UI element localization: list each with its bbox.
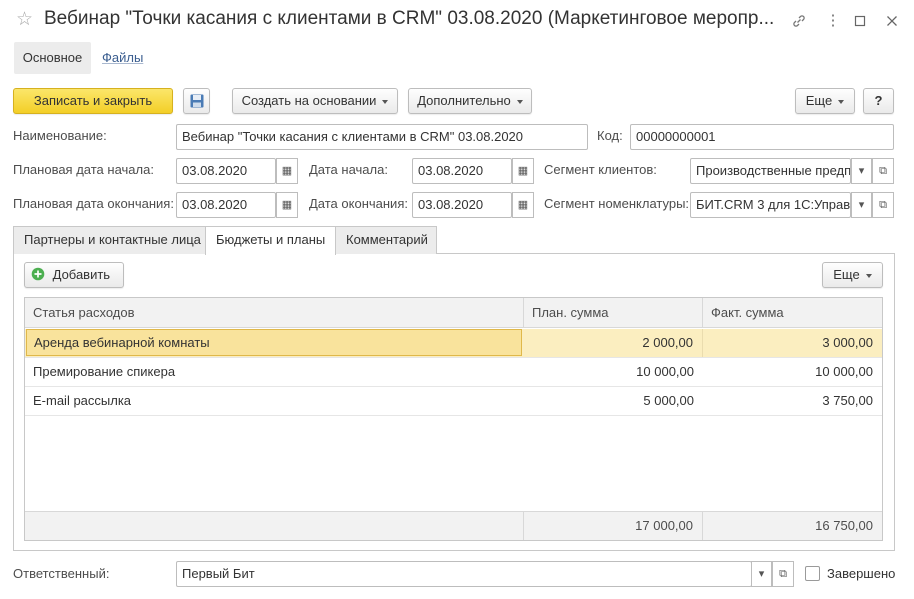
fact-sum-cell[interactable]: 3 750,00 — [703, 387, 882, 415]
nav-tab-main[interactable]: Основное — [14, 42, 91, 74]
plan-end-date-field[interactable]: 03.08.2020 — [176, 192, 276, 218]
expense-item-cell[interactable]: Аренда вебинарной комнаты — [26, 329, 522, 356]
footer-spacer — [25, 512, 524, 540]
code-label: Код: — [597, 128, 623, 143]
expense-item-cell[interactable]: Премирование спикера — [33, 358, 523, 386]
completed-checkbox[interactable] — [805, 566, 820, 581]
column-fact-sum[interactable]: Факт. сумма — [703, 298, 882, 328]
fact-sum-cell[interactable]: 3 000,00 — [703, 329, 882, 357]
table-more-label: Еще — [833, 267, 860, 282]
client-segment-label: Сегмент клиентов: — [544, 162, 657, 177]
more-button[interactable]: Еще — [795, 88, 855, 114]
nomenclature-segment-field[interactable]: БИТ.CRM 3 для 1С:Управ — [690, 192, 851, 218]
chevron-down-icon[interactable]: ▾ — [851, 192, 872, 218]
plan-sum-cell[interactable]: 10 000,00 — [524, 358, 703, 386]
tab-partners[interactable]: Партнеры и контактные лица — [13, 226, 206, 254]
open-icon[interactable]: ⧉ — [772, 561, 794, 587]
plan-start-date-field[interactable]: 03.08.2020 — [176, 158, 276, 184]
budget-table: Статья расходов План. сумма Факт. сумма … — [24, 297, 883, 541]
additional-button[interactable]: Дополнительно — [408, 88, 532, 114]
open-icon[interactable]: ⧉ — [872, 158, 894, 184]
expense-item-cell[interactable]: E-mail рассылка — [33, 387, 523, 415]
tab-budgets[interactable]: Бюджеты и планы — [205, 226, 336, 255]
chevron-down-icon[interactable]: ▾ — [751, 561, 772, 587]
fact-sum-total: 16 750,00 — [815, 518, 873, 533]
name-label: Наименование: — [13, 128, 107, 143]
client-segment-field[interactable]: Производственные предп — [690, 158, 851, 184]
save-button[interactable] — [183, 88, 210, 114]
column-expense-item[interactable]: Статья расходов — [25, 298, 524, 328]
add-label: Добавить — [52, 267, 111, 282]
code-field[interactable]: 00000000001 — [630, 124, 894, 150]
save-and-close-button[interactable]: Записать и закрыть — [13, 88, 173, 114]
nav-link-files[interactable]: Файлы — [102, 42, 143, 74]
column-plan-sum[interactable]: План. сумма — [524, 298, 703, 328]
plan-end-date-label: Плановая дата окончания: — [13, 196, 174, 211]
more-vertical-icon[interactable]: ⋮ — [822, 10, 844, 32]
help-button[interactable]: ? — [863, 88, 894, 114]
fact-sum-cell[interactable]: 10 000,00 — [703, 358, 882, 386]
link-icon[interactable] — [788, 10, 810, 32]
close-icon[interactable] — [881, 10, 903, 32]
table-header: Статья расходов План. сумма Факт. сумма — [25, 298, 882, 328]
table-more-button[interactable]: Еще — [822, 262, 883, 288]
plan-sum-total: 17 000,00 — [524, 512, 703, 540]
create-based-on-button[interactable]: Создать на основании — [232, 88, 398, 114]
window-title: Вебинар "Точки касания с клиентами в CRM… — [44, 8, 774, 29]
calendar-icon[interactable]: ▦ — [276, 192, 298, 218]
star-icon[interactable]: ☆ — [16, 10, 36, 30]
minimize-icon[interactable] — [849, 10, 871, 32]
additional-label: Дополнительно — [417, 93, 511, 108]
tab-comment[interactable]: Комментарий — [335, 226, 437, 254]
table-row[interactable]: Премирование спикера 10 000,00 10 000,00 — [25, 358, 882, 387]
floppy-disk-icon — [190, 94, 203, 108]
start-date-label: Дата начала: — [309, 162, 388, 177]
plus-circle-icon — [31, 267, 45, 281]
plan-sum-cell[interactable]: 2 000,00 — [524, 329, 703, 357]
completed-label: Завершено — [827, 566, 896, 581]
create-based-on-label: Создать на основании — [241, 93, 377, 108]
table-row[interactable]: Аренда вебинарной комнаты 2 000,00 3 000… — [25, 329, 882, 358]
name-field[interactable]: Вебинар "Точки касания с клиентами в CRM… — [176, 124, 588, 150]
plan-start-date-label: Плановая дата начала: — [13, 162, 154, 177]
chevron-down-icon[interactable]: ▾ — [851, 158, 872, 184]
responsible-label: Ответственный: — [13, 566, 110, 581]
end-date-field[interactable]: 03.08.2020 — [412, 192, 512, 218]
start-date-field[interactable]: 03.08.2020 — [412, 158, 512, 184]
table-footer: 17 000,00 16 750,00 — [25, 511, 882, 540]
end-date-label: Дата окончания: — [309, 196, 408, 211]
calendar-icon[interactable]: ▦ — [512, 158, 534, 184]
calendar-icon[interactable]: ▦ — [512, 192, 534, 218]
nomenclature-segment-label: Сегмент номенклатуры: — [544, 196, 690, 211]
responsible-field[interactable]: Первый Бит — [176, 561, 752, 587]
open-icon[interactable]: ⧉ — [872, 192, 894, 218]
calendar-icon[interactable]: ▦ — [276, 158, 298, 184]
table-row[interactable]: E-mail рассылка 5 000,00 3 750,00 — [25, 387, 882, 416]
more-label: Еще — [805, 93, 833, 108]
plan-sum-cell[interactable]: 5 000,00 — [524, 387, 703, 415]
add-button[interactable]: Добавить — [24, 262, 124, 288]
